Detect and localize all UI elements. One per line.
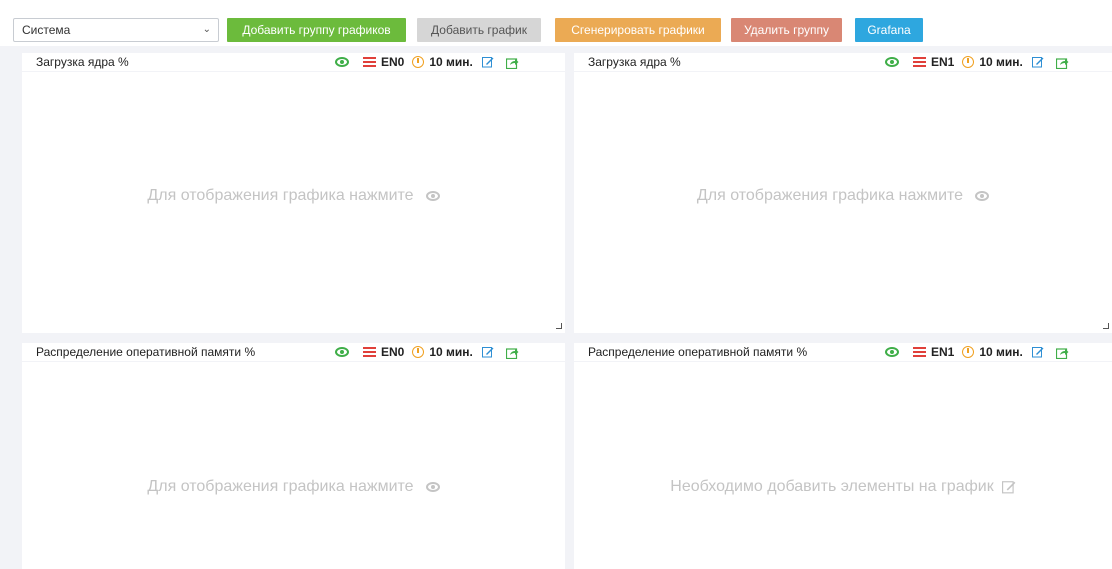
edit-icon[interactable] <box>481 56 494 68</box>
chart-placeholder: Для отображения графика нажмите <box>574 187 1112 205</box>
export-icon[interactable] <box>505 346 519 359</box>
chart-panel-header: Загрузка ядра % EN1 10 мин. <box>574 53 1112 71</box>
eye-icon[interactable] <box>335 347 349 357</box>
placeholder-text: Для отображения графика нажмите <box>696 187 964 204</box>
chart-panel-header: Распределение оперативной памяти % EN1 1… <box>574 343 1112 361</box>
eye-icon[interactable] <box>335 57 349 67</box>
resize-handle[interactable] <box>556 323 562 329</box>
group-select[interactable]: Система ⌄ <box>13 18 219 42</box>
eye-icon[interactable] <box>425 190 440 201</box>
add-group-button[interactable]: Добавить группу графиков <box>227 18 406 42</box>
edit-icon[interactable] <box>481 346 494 358</box>
grafana-button[interactable]: Grafana <box>855 18 923 42</box>
node-label[interactable]: EN0 <box>381 345 404 359</box>
chart-panel-body[interactable]: Необходимо добавить элементы на график <box>574 362 1112 569</box>
server-icon[interactable] <box>913 346 926 358</box>
chart-panel: Распределение оперативной памяти % EN0 1… <box>22 343 565 569</box>
generate-charts-button[interactable]: Сгенерировать графики <box>555 18 721 42</box>
server-icon[interactable] <box>913 56 926 68</box>
export-icon[interactable] <box>1055 56 1069 69</box>
export-icon[interactable] <box>1055 346 1069 359</box>
add-chart-button[interactable]: Добавить график <box>417 18 541 42</box>
chart-panel-controls: EN1 10 мин. <box>885 344 1069 360</box>
node-label[interactable]: EN1 <box>931 55 954 69</box>
clock-icon[interactable] <box>412 56 425 68</box>
edit-icon[interactable] <box>1001 480 1016 494</box>
chart-panel-controls: EN1 10 мин. <box>885 54 1069 70</box>
placeholder-text: Для отображения графика нажмите <box>147 478 414 495</box>
resize-handle[interactable] <box>1103 323 1109 329</box>
chart-panel-controls: EN0 10 мин. <box>335 344 519 360</box>
eye-icon[interactable] <box>975 190 990 201</box>
clock-icon[interactable] <box>412 346 425 358</box>
chart-panel-title: Загрузка ядра % <box>36 55 129 69</box>
toolbar: Система ⌄ Добавить группу графиков Добав… <box>0 0 1112 46</box>
server-icon[interactable] <box>363 56 376 68</box>
interval-label[interactable]: 10 мин. <box>979 55 1023 69</box>
placeholder-text: Необходимо добавить элементы на график <box>670 478 994 495</box>
export-icon[interactable] <box>505 56 519 69</box>
chart-placeholder: Для отображения графика нажмите <box>22 478 565 496</box>
chevron-down-icon: ⌄ <box>202 24 211 35</box>
chart-panel-body[interactable]: Для отображения графика нажмите <box>22 72 565 333</box>
delete-group-button[interactable]: Удалить группу <box>731 18 842 42</box>
interval-label[interactable]: 10 мин. <box>429 55 473 69</box>
server-icon[interactable] <box>363 346 376 358</box>
interval-label[interactable]: 10 мин. <box>979 345 1023 359</box>
chart-panel-header: Загрузка ядра % EN0 10 мин. <box>22 53 565 71</box>
edit-icon[interactable] <box>1031 346 1044 358</box>
edit-icon[interactable] <box>1031 56 1044 68</box>
eye-icon[interactable] <box>885 57 899 67</box>
node-label[interactable]: EN1 <box>931 345 954 359</box>
chart-panel: Загрузка ядра % EN0 10 мин. Для отображе… <box>22 53 565 333</box>
chart-panel-controls: EN0 10 мин. <box>335 54 519 70</box>
clock-icon[interactable] <box>962 56 975 68</box>
chart-panel-title: Загрузка ядра % <box>588 55 681 69</box>
chart-panel-body[interactable]: Для отображения графика нажмите <box>574 72 1112 333</box>
chart-panel-body[interactable]: Для отображения графика нажмите <box>22 362 565 569</box>
chart-panel-header: Распределение оперативной памяти % EN0 1… <box>22 343 565 361</box>
node-label[interactable]: EN0 <box>381 55 404 69</box>
chart-panel-title: Распределение оперативной памяти % <box>36 345 256 359</box>
eye-icon[interactable] <box>425 481 440 492</box>
chart-placeholder: Необходимо добавить элементы на график <box>574 478 1112 496</box>
group-select-value: Система <box>22 23 71 37</box>
clock-icon[interactable] <box>962 346 975 358</box>
chart-placeholder: Для отображения графика нажмите <box>22 187 565 205</box>
chart-panel: Загрузка ядра % EN1 10 мин. Для отображе… <box>574 53 1112 333</box>
chart-panel: Распределение оперативной памяти % EN1 1… <box>574 343 1112 569</box>
placeholder-text: Для отображения графика нажмите <box>147 187 414 204</box>
interval-label[interactable]: 10 мин. <box>429 345 473 359</box>
chart-panel-title: Распределение оперативной памяти % <box>588 345 808 359</box>
eye-icon[interactable] <box>885 347 899 357</box>
